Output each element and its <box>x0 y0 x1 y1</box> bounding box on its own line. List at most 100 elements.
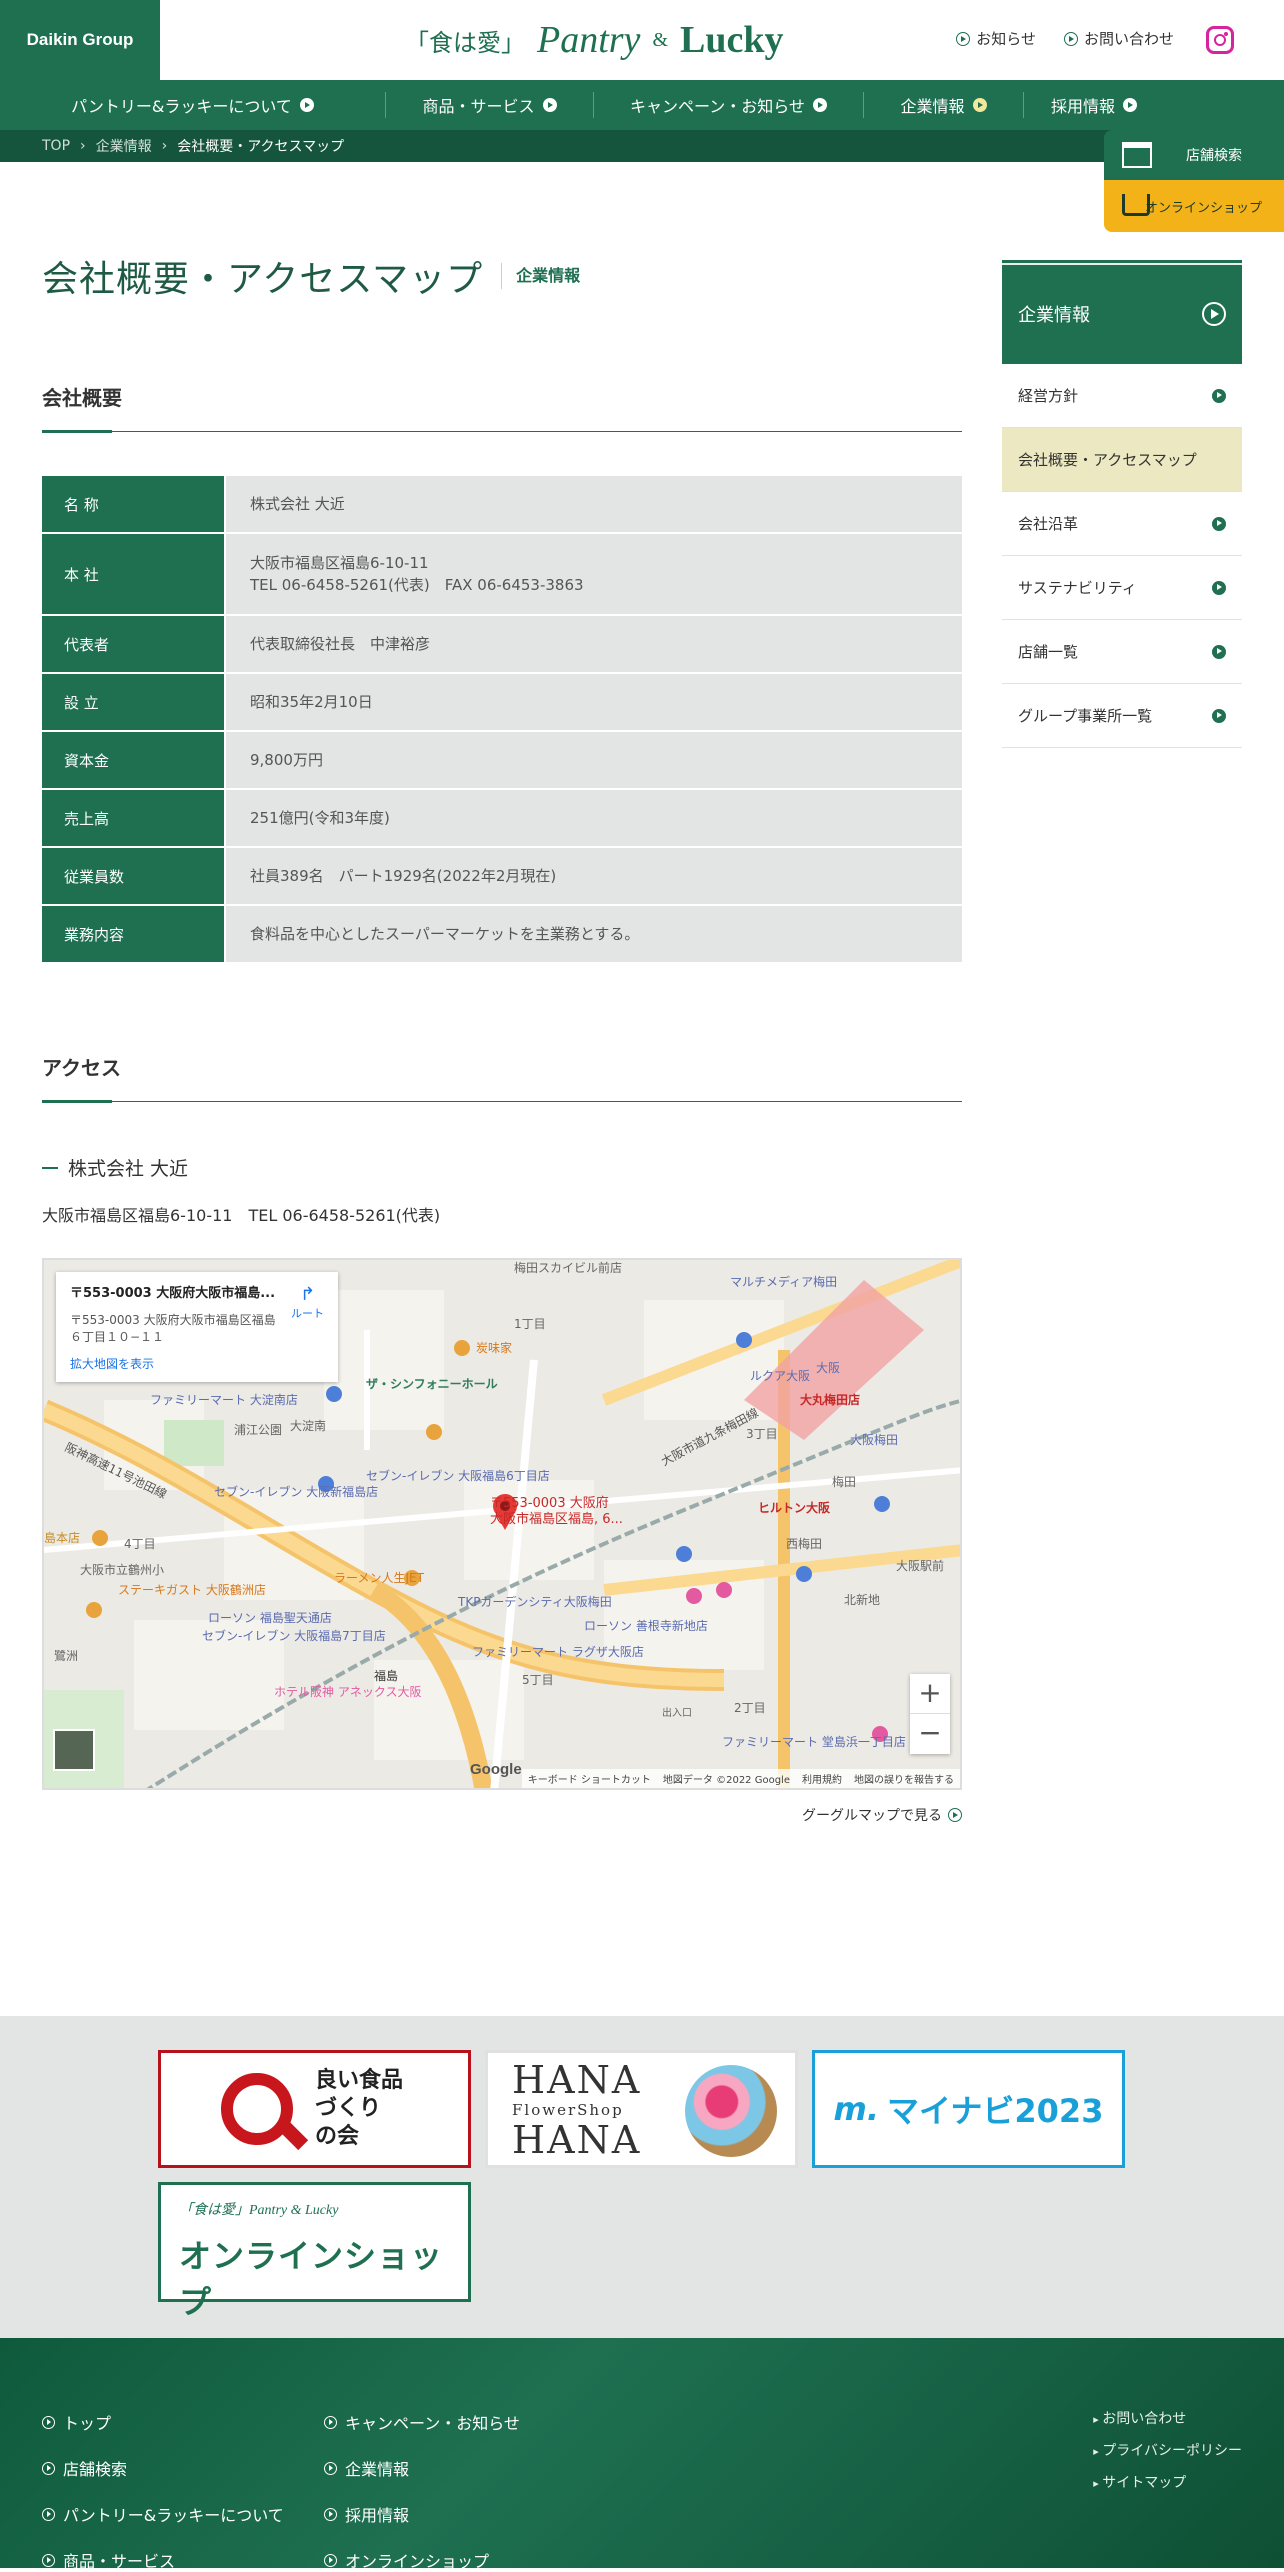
gnav-products[interactable]: 商品・サービス <box>386 92 594 118</box>
footer-link-label: 店舗検索 <box>63 2460 128 2479</box>
news-link[interactable]: お知らせ <box>956 28 1036 49</box>
gnav-recruit[interactable]: 採用情報 <box>1024 92 1164 118</box>
map-card-title: 〒553-0003 大阪府大阪市福島... <box>70 1286 276 1301</box>
overview-heading: 会社概要 <box>42 382 962 433</box>
footer-link-about[interactable]: パントリー&ラッキーについて <box>42 2502 284 2526</box>
footer-link-store[interactable]: 店舗検索 <box>42 2456 284 2480</box>
footer-link-label: 企業情報 <box>345 2460 410 2479</box>
row-label: 業務内容 <box>42 906 226 962</box>
footer-col-1: トップ 店舗検索 パントリー&ラッキーについて 商品・サービス <box>42 2410 284 2572</box>
side-nav-item-stores[interactable]: 店舗一覧 <box>1002 620 1242 684</box>
map-label: 5丁目 <box>522 1673 554 1687</box>
header-links: お知らせ お問い合わせ <box>956 28 1174 49</box>
google-map[interactable]: 〒553-0003 大阪府 大阪市福島区福島, 6... 梅田スカイビル前店 マ… <box>42 1258 962 1790</box>
yoi-shokuhin-banner[interactable]: 良い食品 づくり の会 <box>158 2050 471 2168</box>
footer-link-company[interactable]: 企業情報 <box>324 2456 520 2480</box>
daikin-group-logo[interactable]: Daikin Group <box>0 0 160 80</box>
gnav-about[interactable]: パントリー&ラッキーについて <box>0 92 386 118</box>
breadcrumb: TOP › 企業情報 › 会社概要・アクセスマップ <box>0 130 1284 162</box>
map-pin-label: 〒553-0003 大阪府 <box>490 1496 609 1511</box>
map-label: 大淀南 <box>290 1418 326 1433</box>
footer-link-label: 採用情報 <box>345 2506 410 2525</box>
store-search-button[interactable]: 店舗検索 <box>1104 130 1284 180</box>
side-nav-label: 会社概要・アクセスマップ <box>1018 451 1197 469</box>
footer-link-online-shop[interactable]: オンラインショップ <box>324 2548 520 2572</box>
side-nav-head[interactable]: 企業情報 <box>1002 260 1242 364</box>
row-label: 設 立 <box>42 674 226 730</box>
footer-col-2: キャンペーン・お知らせ 企業情報 採用情報 オンラインショップ <box>324 2410 520 2572</box>
online-shop-banner[interactable]: 「食は愛」Pantry & Lucky オンラインショップ <box>158 2182 471 2321</box>
footer-link-privacy[interactable]: プライバシーポリシー <box>1093 2440 1242 2460</box>
footer-link-products[interactable]: 商品・サービス <box>42 2548 284 2572</box>
map-footer: キーボード ショートカット 地図データ ©2022 Google 利用規約 地図… <box>521 1769 960 1788</box>
mynavi-banner[interactable]: m. マイナビ2023 <box>812 2050 1125 2168</box>
side-nav-item-group[interactable]: グループ事業所一覧 <box>1002 684 1242 748</box>
arrow-circle-icon <box>42 2415 55 2429</box>
gnav-campaign[interactable]: キャンペーン・お知らせ <box>594 92 864 118</box>
map-terms-link[interactable]: 利用規約 <box>802 1771 842 1786</box>
brand-amp: & <box>652 28 668 51</box>
google-map-link[interactable]: グーグルマップで見る <box>802 1805 962 1825</box>
breadcrumb-top[interactable]: TOP <box>42 138 70 154</box>
flower-bouquet-image <box>685 2065 777 2157</box>
map-label: 鷺洲 <box>54 1648 78 1663</box>
side-nav-item-history[interactable]: 会社沿革 <box>1002 492 1242 556</box>
row-value: 株式会社 大近 <box>226 476 962 532</box>
map-route-button[interactable]: ↱ ルート <box>291 1284 324 1321</box>
arrow-circle-icon <box>324 2553 337 2567</box>
route-icon: ↱ <box>299 1284 316 1305</box>
zoom-in-button[interactable]: + <box>910 1674 950 1714</box>
gnav-company[interactable]: 企業情報 <box>864 92 1024 118</box>
arrow-circle-icon <box>956 31 971 46</box>
table-row: 資本金 9,800万円 <box>42 732 962 788</box>
map-shortcuts-link[interactable]: キーボード ショートカット <box>528 1771 651 1786</box>
footer-link-top[interactable]: トップ <box>42 2410 284 2434</box>
map-label: 炭味家 <box>476 1340 512 1355</box>
arrow-circle-icon <box>1212 708 1226 723</box>
footer-sub-links: お問い合わせ プライバシーポリシー サイトマップ <box>1093 2408 1242 2492</box>
online-shop-label: オンラインショップ <box>1144 200 1262 216</box>
map-label: セブン-イレブン 大阪新福島店 <box>214 1484 378 1499</box>
footer-link-sitemap[interactable]: サイトマップ <box>1093 2472 1242 2492</box>
side-nav-item-policy[interactable]: 経営方針 <box>1002 364 1242 428</box>
map-enlarge-link[interactable]: 拡大地図を表示 <box>70 1355 324 1372</box>
side-nav-item-overview[interactable]: 会社概要・アクセスマップ <box>1002 428 1242 492</box>
footer-link-contact[interactable]: お問い合わせ <box>1093 2408 1242 2428</box>
side-nav-item-sustainability[interactable]: サステナビリティ <box>1002 556 1242 620</box>
mynavi-text: マイナビ2023 <box>887 2092 1104 2130</box>
breadcrumb-current: 会社概要・アクセスマップ <box>177 139 345 155</box>
arrow-circle-icon <box>324 2507 337 2521</box>
cart-icon <box>1122 194 1150 216</box>
google-map-link-label: グーグルマップで見る <box>802 1808 942 1824</box>
brand-logo[interactable]: 「食は愛」 Pantry & Lucky <box>405 14 783 66</box>
q-logo-icon <box>221 2073 293 2145</box>
gnav-label: 採用情報 <box>1050 97 1115 116</box>
online-shop-button[interactable]: オンラインショップ <box>1104 180 1284 232</box>
hq-address: 大阪市福島区福島6-10-11 <box>250 554 429 572</box>
company-overview-table: 名 称株式会社 大近 本 社 大阪市福島区福島6-10-11 TEL 06-6458… <box>42 474 962 964</box>
breadcrumb-company[interactable]: 企業情報 <box>96 136 152 156</box>
access-heading: アクセス <box>42 1052 962 1103</box>
map-data-credit: 地図データ ©2022 Google <box>662 1775 790 1786</box>
map-report-link[interactable]: 地図の誤りを報告する <box>854 1771 954 1786</box>
row-value: 大阪市福島区福島6-10-11 TEL 06-6458-5261(代表) FAX … <box>226 534 962 614</box>
map-label: 大阪市立鶴州小 <box>80 1562 164 1577</box>
arrow-circle-icon <box>812 98 827 112</box>
map-label: 大阪梅田 <box>850 1432 898 1447</box>
site-footer: トップ 店舗検索 パントリー&ラッキーについて 商品・サービス キャンペーン・お… <box>0 2338 1284 2571</box>
banner-area: 良い食品 づくり の会 HANA FlowerShop HANA m. マイナビ20… <box>0 2016 1284 2338</box>
row-value: 社員389名 パート1929名(2022年2月現在) <box>226 848 962 904</box>
contact-link[interactable]: お問い合わせ <box>1063 28 1174 49</box>
zoom-out-button[interactable]: − <box>910 1714 950 1754</box>
map-label: 大阪 <box>816 1361 840 1375</box>
arrow-circle-icon <box>1212 644 1226 659</box>
instagram-icon[interactable] <box>1206 26 1234 54</box>
footer-link-label: オンラインショップ <box>345 2552 490 2571</box>
row-label: 代表者 <box>42 616 226 672</box>
footer-link-recruit[interactable]: 採用情報 <box>324 2502 520 2526</box>
map-label: 3丁目 <box>746 1427 778 1441</box>
footer-link-campaign[interactable]: キャンペーン・お知らせ <box>324 2410 520 2434</box>
banner-line: 良い食品 <box>315 2068 404 2093</box>
map-label: ホテル阪神 アネックス大阪 <box>274 1685 421 1699</box>
hana-flowershop-banner[interactable]: HANA FlowerShop HANA <box>485 2050 798 2168</box>
